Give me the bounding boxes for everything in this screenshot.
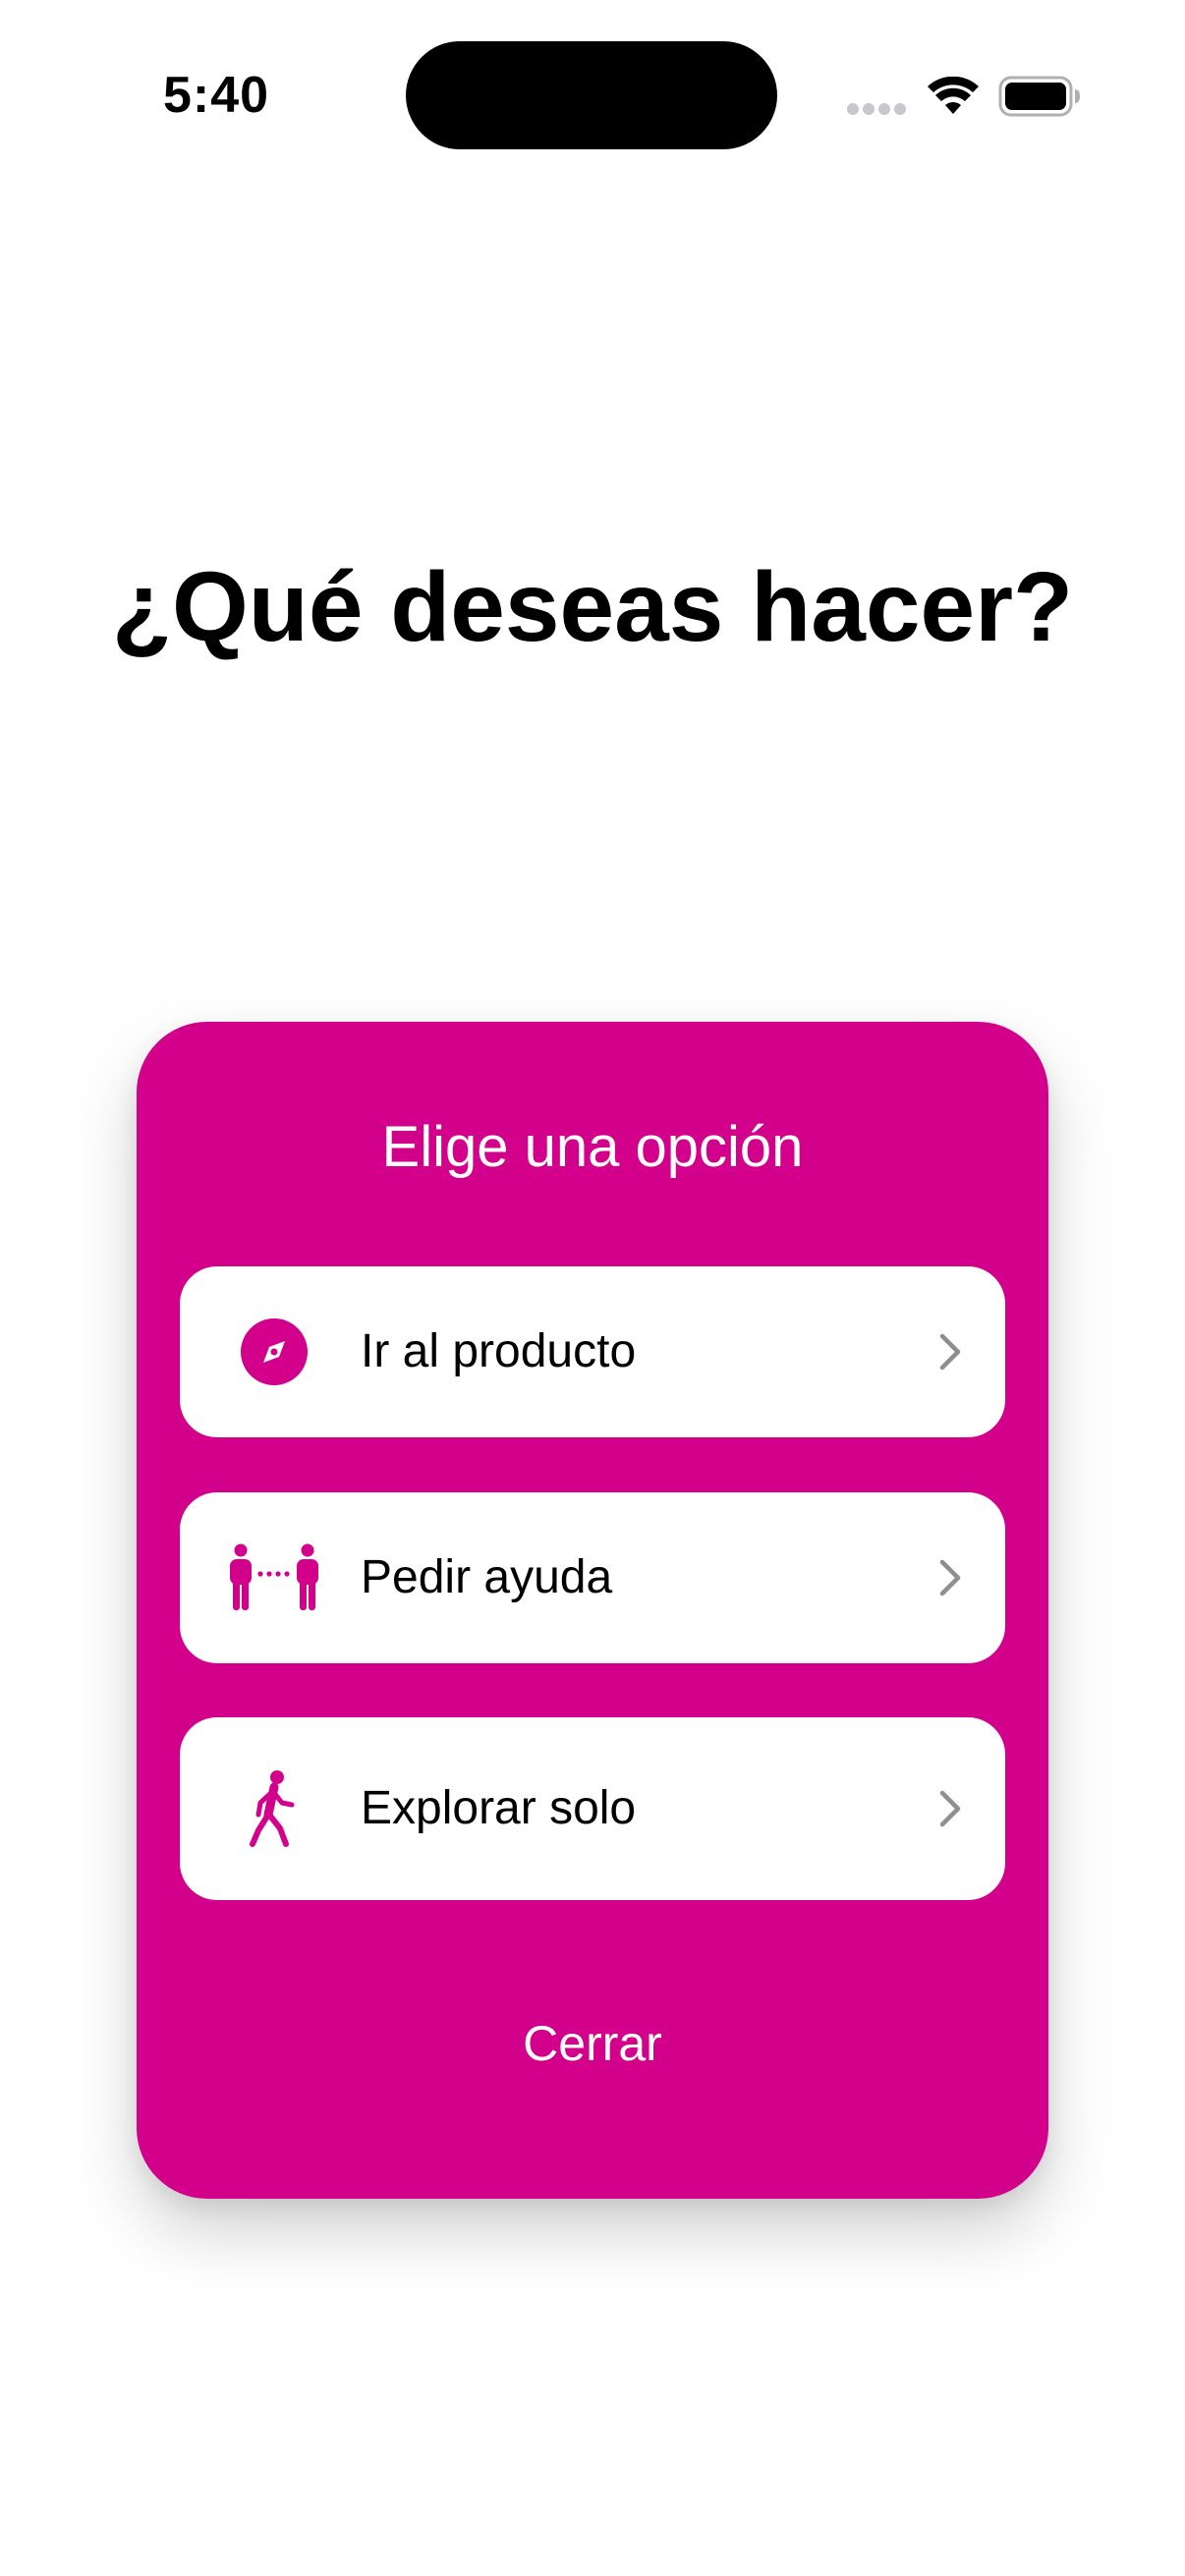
chevron-right-icon: [939, 1559, 961, 1596]
dynamic-island: [406, 41, 777, 149]
card-title: Elige una opción: [381, 1115, 804, 1179]
chevron-right-icon: [939, 1790, 961, 1827]
options-card: Elige una opción Ir al producto Pedir ay…: [137, 1022, 1048, 2199]
option-label: Ir al producto: [361, 1325, 637, 1377]
status-time: 5:40: [163, 67, 270, 124]
wifi-icon: [928, 77, 979, 114]
compass-icon: [223, 1313, 325, 1391]
option-explore-alone[interactable]: Explorar solo: [180, 1717, 1005, 1900]
signal-dots-icon: [847, 103, 906, 115]
page-title: ¿Qué deseas hacer?: [111, 552, 1074, 662]
close-button[interactable]: Cerrar: [445, 2004, 740, 2083]
option-label: Pedir ayuda: [361, 1551, 613, 1603]
people-distance-icon: [223, 1539, 325, 1617]
option-go-to-product[interactable]: Ir al producto: [180, 1266, 1005, 1437]
option-label: Explorar solo: [361, 1782, 637, 1834]
option-ask-for-help[interactable]: Pedir ayuda: [180, 1492, 1005, 1663]
chevron-right-icon: [939, 1333, 961, 1371]
walking-person-icon: [223, 1769, 325, 1848]
battery-icon: [998, 76, 1080, 117]
